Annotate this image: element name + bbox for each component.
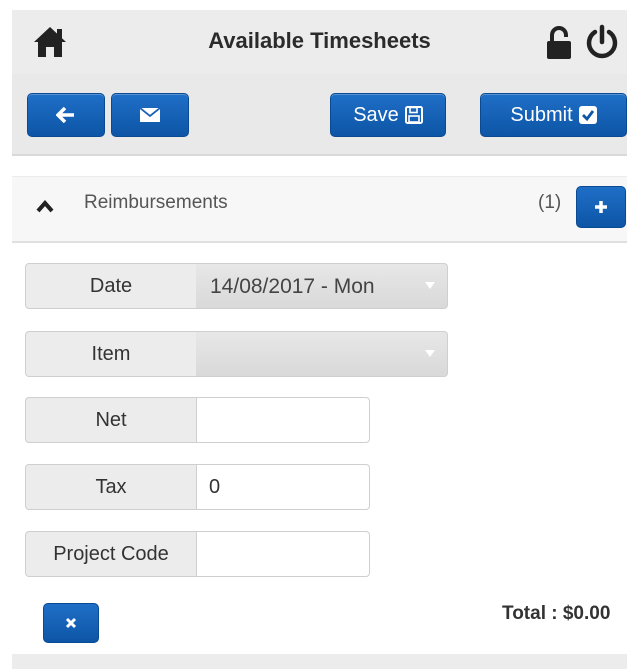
item-label: Item	[25, 331, 197, 377]
add-reimbursement-button[interactable]	[576, 186, 626, 228]
envelope-icon	[140, 108, 160, 122]
date-value: 14/08/2017 - Mon	[210, 275, 375, 298]
chevron-down-icon	[413, 332, 447, 376]
submit-label: Submit	[510, 103, 573, 126]
power-icon[interactable]	[584, 24, 620, 60]
item-count: (1)	[538, 192, 562, 213]
checkbox-icon	[578, 106, 597, 124]
net-label: Net	[25, 397, 197, 443]
tax-label: Tax	[25, 464, 197, 510]
project-code-label: Project Code	[25, 531, 197, 577]
back-button[interactable]	[27, 93, 105, 137]
chevron-up-icon[interactable]	[36, 199, 54, 213]
toolbar: Save Submit	[12, 74, 627, 154]
tax-value: 0	[209, 476, 221, 498]
page-title: Available Timesheets	[208, 28, 431, 53]
tax-input[interactable]: 0	[196, 464, 370, 510]
save-label: Save	[353, 103, 399, 126]
lock-icon[interactable]	[544, 26, 574, 60]
date-select[interactable]: 14/08/2017 - Mon	[196, 263, 448, 309]
plus-icon	[595, 201, 607, 213]
net-input[interactable]	[196, 397, 370, 443]
total-amount: Total : $0.00	[502, 603, 611, 624]
divider	[12, 154, 627, 177]
section-title: Reimbursements	[84, 192, 228, 213]
save-button[interactable]: Save	[330, 93, 446, 137]
bottom-bar	[12, 654, 627, 669]
arrow-left-icon	[56, 107, 74, 123]
chevron-down-icon	[413, 264, 447, 308]
item-select[interactable]	[196, 331, 448, 377]
close-icon	[65, 617, 77, 629]
project-code-input[interactable]	[196, 531, 370, 577]
submit-button[interactable]: Submit	[480, 93, 627, 137]
remove-button[interactable]	[43, 603, 99, 643]
floppy-disk-icon	[404, 106, 423, 124]
app-header: Available Timesheets	[12, 10, 627, 74]
reimbursements-section-header[interactable]: Reimbursements (1)	[12, 176, 627, 243]
date-label: Date	[25, 263, 197, 309]
email-button[interactable]	[111, 93, 189, 137]
